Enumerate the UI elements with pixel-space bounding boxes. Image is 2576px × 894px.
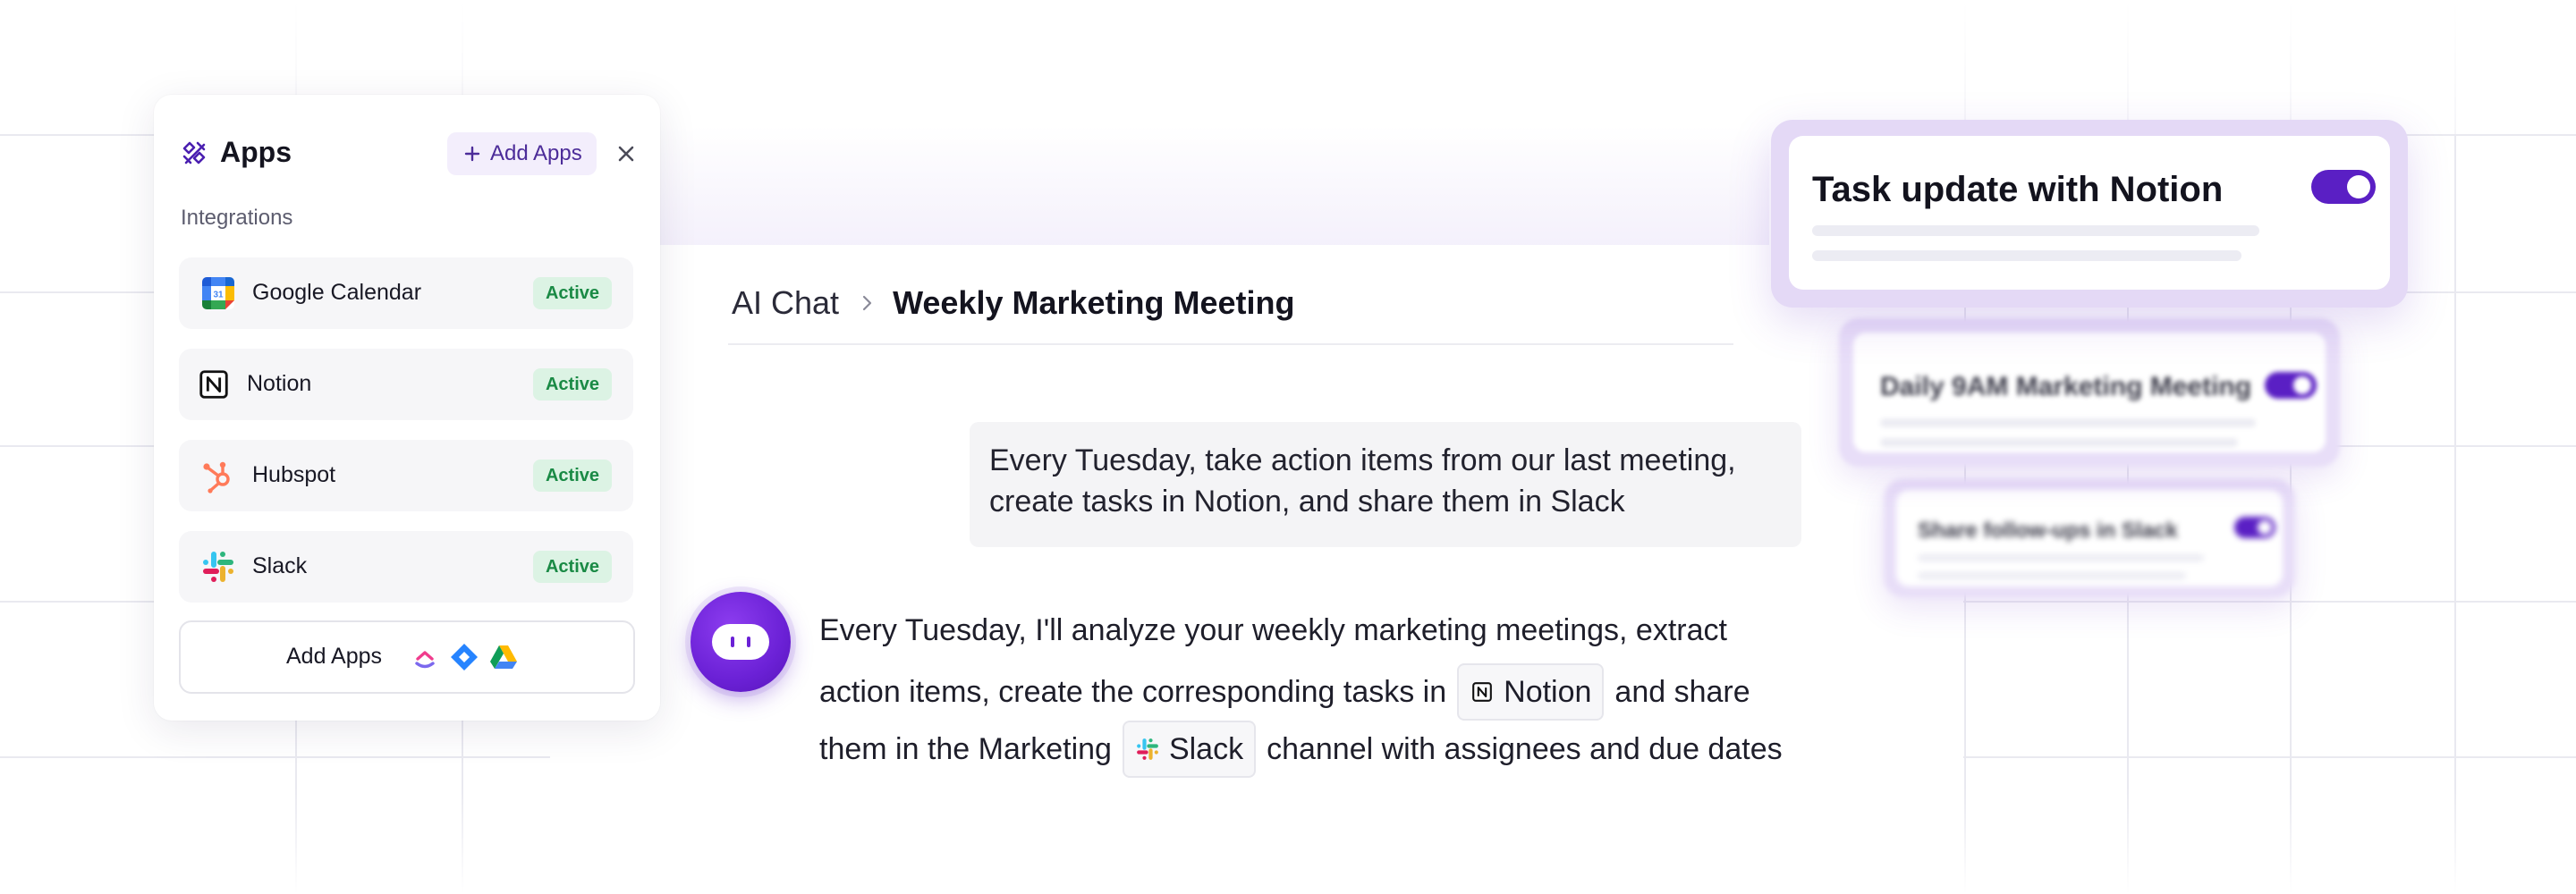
robot-face-icon bbox=[712, 624, 769, 660]
apps-icon bbox=[182, 141, 206, 164]
add-apps-row-label: Add Apps bbox=[286, 644, 383, 669]
assistant-message-line-3: them in the Marketing Slack channel with… bbox=[819, 721, 1783, 778]
notion-icon bbox=[1472, 682, 1492, 702]
integration-row-notion[interactable]: Notion Active bbox=[179, 349, 633, 420]
automation-title: Daily 9AM Marketing Meeting bbox=[1880, 372, 2252, 401]
assistant-message-line-2: action items, create the corresponding t… bbox=[819, 663, 1750, 721]
automation-toggle[interactable] bbox=[2234, 517, 2275, 538]
google-drive-icon bbox=[490, 645, 517, 669]
apps-header: Apps bbox=[181, 136, 292, 169]
assistant-text: them in the Marketing bbox=[819, 731, 1112, 766]
integration-name: Slack bbox=[252, 553, 308, 578]
integration-name: Notion bbox=[247, 371, 312, 396]
automation-toggle[interactable] bbox=[2311, 170, 2376, 204]
chat-header-backdrop bbox=[660, 125, 1769, 245]
automation-card[interactable]: Daily 9AM Marketing Meeting bbox=[1839, 318, 2340, 467]
breadcrumb: AI Chat Weekly Marketing Meeting bbox=[732, 284, 1295, 322]
breadcrumb-root[interactable]: AI Chat bbox=[732, 284, 839, 322]
integration-name: Google Calendar bbox=[252, 280, 422, 305]
integration-row-google-calendar[interactable]: 31 Google Calendar Active bbox=[179, 257, 633, 329]
notion-chip[interactable]: Notion bbox=[1457, 663, 1605, 721]
assistant-avatar bbox=[691, 592, 791, 692]
automation-card-main[interactable]: Task update with Notion bbox=[1771, 120, 2408, 308]
clickup-icon bbox=[415, 651, 435, 669]
slack-icon bbox=[203, 552, 233, 582]
automation-title: Task update with Notion bbox=[1812, 170, 2224, 209]
breadcrumb-divider bbox=[728, 343, 1733, 345]
chip-label: Notion bbox=[1504, 674, 1592, 709]
apps-title: Apps bbox=[220, 136, 292, 168]
integrations-label: Integrations bbox=[181, 206, 293, 230]
close-icon[interactable] bbox=[612, 139, 640, 168]
integration-name: Hubspot bbox=[252, 462, 336, 487]
assistant-text: and share bbox=[1614, 674, 1750, 709]
status-badge: Active bbox=[532, 551, 612, 583]
slack-chip[interactable]: Slack bbox=[1122, 721, 1257, 778]
user-message-line: Every Tuesday, take action items from ou… bbox=[989, 443, 1736, 477]
slack-icon bbox=[1137, 738, 1158, 760]
breadcrumb-current: Weekly Marketing Meeting bbox=[893, 284, 1295, 321]
automation-toggle[interactable] bbox=[2265, 372, 2317, 399]
add-apps-button-label: Add Apps bbox=[490, 141, 582, 165]
assistant-text: channel with assignees and due dates bbox=[1267, 731, 1783, 766]
jira-icon bbox=[451, 644, 478, 670]
automation-card[interactable]: Share follow-ups in Slack bbox=[1884, 479, 2295, 597]
assistant-text: Every Tuesday, I'll analyze your weekly … bbox=[819, 613, 1727, 647]
hubspot-icon bbox=[203, 461, 230, 493]
user-message: Every Tuesday, take action items from ou… bbox=[970, 422, 1801, 547]
add-apps-button[interactable]: Add Apps bbox=[447, 132, 597, 175]
plus-icon bbox=[464, 146, 480, 162]
google-calendar-icon: 31 bbox=[202, 277, 234, 309]
notion-icon bbox=[199, 370, 228, 399]
user-message-line: create tasks in Notion, and share them i… bbox=[989, 485, 1625, 519]
automation-title: Share follow-ups in Slack bbox=[1918, 519, 2178, 543]
assistant-message-line-1: Every Tuesday, I'll analyze your weekly … bbox=[819, 613, 1727, 648]
chevron-right-icon bbox=[862, 295, 872, 311]
chip-label: Slack bbox=[1168, 731, 1244, 766]
assistant-text: action items, create the corresponding t… bbox=[819, 674, 1447, 709]
svg-text:31: 31 bbox=[213, 291, 224, 300]
status-badge: Active bbox=[532, 368, 612, 401]
integration-row-slack[interactable]: Slack Active bbox=[179, 531, 633, 603]
integration-row-hubspot[interactable]: Hubspot Active bbox=[179, 440, 633, 511]
apps-panel: Apps Add Apps Integrations 31 Google Cal… bbox=[154, 95, 660, 721]
status-badge: Active bbox=[532, 277, 612, 309]
add-apps-row[interactable]: Add Apps bbox=[179, 620, 635, 694]
status-badge: Active bbox=[532, 460, 612, 492]
